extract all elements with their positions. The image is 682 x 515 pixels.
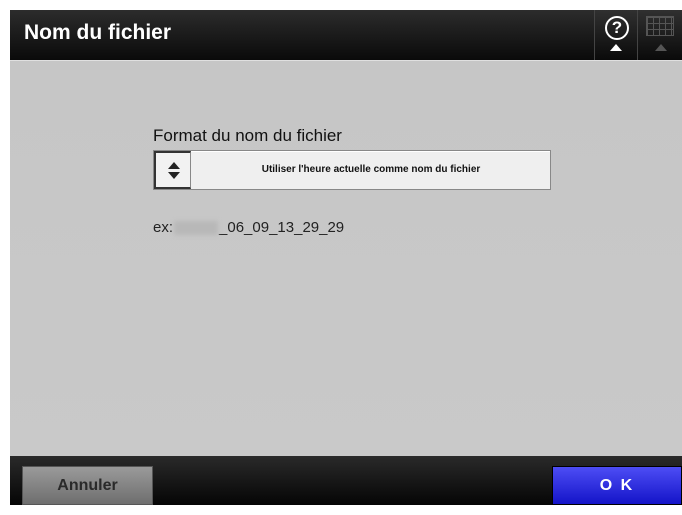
filename-example: ex: _06_09_13_29_29 [153, 219, 344, 236]
spinner-up-icon [168, 162, 180, 169]
dialog-window: Nom du fichier ? Format du nom du fichie… [10, 10, 682, 505]
cancel-button[interactable]: Annuler [22, 466, 153, 505]
content-area: Format du nom du fichier Utiliser l'heur… [10, 60, 682, 457]
spinner-down-icon [168, 172, 180, 179]
keyboard-button[interactable] [637, 10, 682, 60]
format-selector[interactable]: Utiliser l'heure actuelle comme nom du f… [153, 150, 551, 190]
help-icon: ? [605, 16, 629, 40]
help-button[interactable]: ? [594, 10, 637, 60]
help-arrow-up-icon [610, 44, 622, 51]
format-spinner-button[interactable] [154, 151, 191, 189]
ok-button[interactable]: O K [552, 466, 682, 505]
keyboard-arrow-up-icon [655, 44, 667, 51]
title-bar: Nom du fichier ? [10, 10, 682, 60]
keyboard-icon [646, 16, 674, 36]
redacted-year [174, 221, 219, 236]
example-suffix: _06_09_13_29_29 [219, 219, 345, 236]
format-label: Format du nom du fichier [153, 126, 342, 145]
format-selector-value[interactable]: Utiliser l'heure actuelle comme nom du f… [192, 151, 550, 189]
footer-bar: Annuler O K [10, 456, 682, 505]
example-prefix: ex: [153, 219, 174, 236]
window-title: Nom du fichier [24, 21, 172, 44]
